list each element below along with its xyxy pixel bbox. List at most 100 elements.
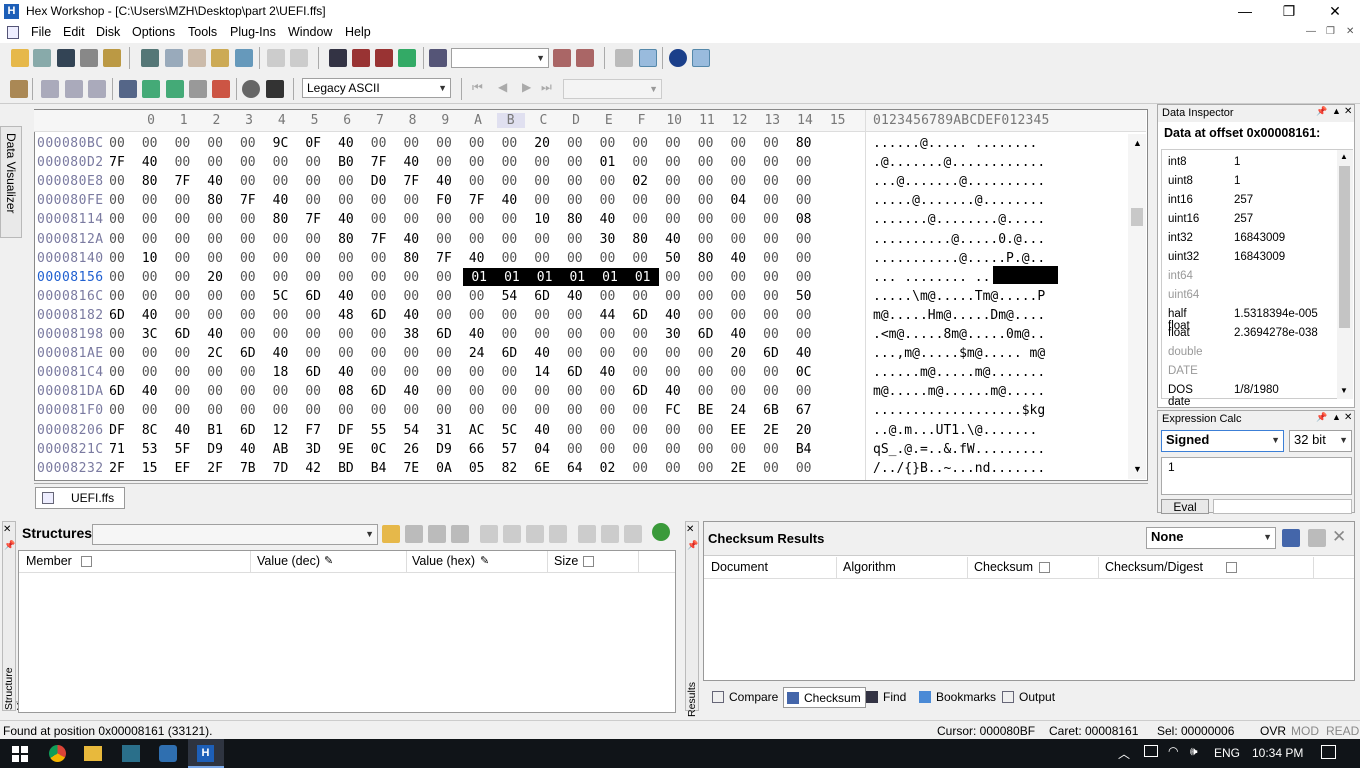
hex-byte[interactable]: 0F (299, 136, 327, 151)
insert-icon[interactable] (41, 80, 59, 98)
hex-byte[interactable]: 6D (626, 384, 654, 399)
hex-byte[interactable]: 00 (299, 232, 327, 247)
hex-row[interactable]: 000080E8 00 80 7F 40 00 00 00 00 D0 7F 40 00 00 00 00 00… (34, 172, 1134, 191)
hex-byte[interactable]: 00 (234, 403, 262, 418)
hex-byte[interactable]: 40 (790, 346, 818, 361)
hex-byte[interactable]: 00 (528, 251, 556, 266)
hex-byte[interactable]: 55 (365, 423, 393, 438)
hex-byte[interactable]: 8C (136, 423, 164, 438)
hex-byte[interactable]: 00 (365, 365, 393, 380)
hex-byte[interactable]: 00 (495, 232, 523, 247)
hex-byte[interactable]: 0C (365, 442, 393, 457)
hex-byte[interactable]: 40 (201, 174, 229, 189)
hex-byte[interactable]: 00 (365, 193, 393, 208)
hex-byte[interactable]: 00 (659, 346, 687, 361)
hex-byte[interactable]: 2E (724, 461, 752, 476)
hex-byte[interactable]: 01 (593, 267, 627, 286)
hex-byte[interactable]: 00 (495, 403, 523, 418)
hex-byte[interactable]: B1 (201, 423, 229, 438)
hex-byte[interactable]: 00 (659, 442, 687, 457)
hex-byte[interactable]: 01 (462, 267, 496, 286)
hex-byte[interactable]: 00 (168, 212, 196, 227)
motorola-icon[interactable] (669, 49, 687, 67)
hex-byte[interactable]: 18 (267, 365, 295, 380)
hex-byte[interactable]: 40 (136, 308, 164, 323)
hex-byte[interactable]: 00 (724, 212, 752, 227)
structure-viewer-tab[interactable]: ✕ 📌 Structure Viewer (2, 521, 27, 711)
hex-byte[interactable]: 00 (103, 251, 131, 266)
hex-byte[interactable]: 00 (561, 423, 589, 438)
hex-byte[interactable]: 00 (332, 270, 360, 285)
hex-byte[interactable]: 80 (561, 212, 589, 227)
hex-byte[interactable]: 00 (594, 327, 622, 342)
checksum-filter-icon[interactable] (1039, 562, 1050, 573)
hex-byte[interactable]: 00 (594, 289, 622, 304)
hex-byte[interactable]: 00 (267, 327, 295, 342)
digest-filter-icon[interactable] (1226, 562, 1237, 573)
record-select[interactable]: ▼ (563, 79, 662, 99)
hex-byte[interactable]: 00 (234, 365, 262, 380)
hex-byte[interactable]: 40 (659, 384, 687, 399)
hex-byte[interactable]: 00 (757, 212, 785, 227)
hex-byte[interactable]: DF (332, 423, 360, 438)
clock[interactable]: 10:34 PM (1252, 746, 1303, 760)
hex-byte[interactable]: 40 (201, 327, 229, 342)
wifi-icon[interactable]: ◠ (1168, 744, 1178, 758)
ascii-text[interactable]: .....@.......@........ (873, 193, 1045, 208)
properties-icon[interactable] (103, 49, 121, 67)
find-icon[interactable] (329, 49, 347, 67)
hex-byte[interactable]: 00 (561, 174, 589, 189)
hex-byte[interactable]: 7F (103, 155, 131, 170)
hex-byte[interactable]: 00 (495, 136, 523, 151)
hex-byte[interactable]: 00 (757, 270, 785, 285)
menu-disk[interactable]: Disk (96, 25, 120, 39)
hex-byte[interactable]: 6D (234, 346, 262, 361)
pin-icon[interactable]: 📌 (1316, 106, 1327, 117)
size-filter-icon[interactable] (583, 556, 594, 567)
hex-byte[interactable]: D9 (201, 442, 229, 457)
hex-byte[interactable]: 00 (430, 403, 458, 418)
tray-chevron-icon[interactable]: ︿ (1118, 745, 1130, 762)
hex-byte[interactable]: 80 (267, 212, 295, 227)
hex-byte[interactable]: 00 (299, 270, 327, 285)
operations-icon[interactable] (142, 80, 160, 98)
settings-gear-icon[interactable] (242, 80, 260, 98)
hex-byte[interactable]: 00 (365, 289, 393, 304)
menu-window[interactable]: Window (288, 25, 332, 39)
hex-byte[interactable]: B4 (365, 461, 393, 476)
checksum-icon[interactable] (119, 80, 137, 98)
hex-byte[interactable]: 00 (561, 442, 589, 457)
hex-byte[interactable]: 00 (692, 442, 720, 457)
hex-byte[interactable]: 00 (757, 327, 785, 342)
hex-row[interactable]: 00008206 DF 8C 40 B1 6D 12 F7 DF 55 54 31 AC 5C 40 00 00… (34, 421, 1134, 440)
hex-byte[interactable]: 00 (495, 212, 523, 227)
hex-byte[interactable]: EE (724, 423, 752, 438)
hex-byte[interactable]: 00 (626, 193, 654, 208)
structure-edit-icon[interactable] (189, 80, 207, 98)
hex-byte[interactable]: 6D (299, 365, 327, 380)
hex-byte[interactable]: 00 (463, 365, 491, 380)
chrome-icon[interactable] (49, 745, 66, 762)
hex-byte[interactable]: 00 (463, 212, 491, 227)
hex-byte[interactable]: 00 (561, 327, 589, 342)
hex-byte[interactable]: 00 (757, 308, 785, 323)
hex-byte[interactable]: F7 (299, 423, 327, 438)
hex-byte[interactable]: 6D (299, 289, 327, 304)
hex-byte[interactable]: 00 (790, 461, 818, 476)
ascii-text[interactable]: .<m@.....8m@.....0m@.. (873, 327, 1045, 342)
hex-byte[interactable]: 7F (463, 193, 491, 208)
hex-byte[interactable]: 00 (594, 423, 622, 438)
col-size[interactable]: Size (554, 554, 578, 568)
hex-byte[interactable]: 00 (757, 193, 785, 208)
ascii-text[interactable]: ...,m@.....$m@..... m@ (873, 346, 1045, 361)
hex-byte[interactable]: 20 (201, 270, 229, 285)
hex-byte[interactable]: 00 (365, 136, 393, 151)
hex-byte[interactable]: 00 (201, 136, 229, 151)
generate-checksum-icon[interactable] (1282, 529, 1300, 547)
intel-icon[interactable] (692, 49, 710, 67)
hex-byte[interactable]: 00 (659, 136, 687, 151)
hex-byte[interactable]: B0 (332, 155, 360, 170)
hex-row[interactable]: 000081AE 00 00 00 2C 6D 40 00 00 00 00 00 24 6D 40 00 00… (34, 344, 1134, 363)
hex-byte[interactable]: 00 (136, 193, 164, 208)
structure-select[interactable]: ▼ (92, 524, 378, 545)
